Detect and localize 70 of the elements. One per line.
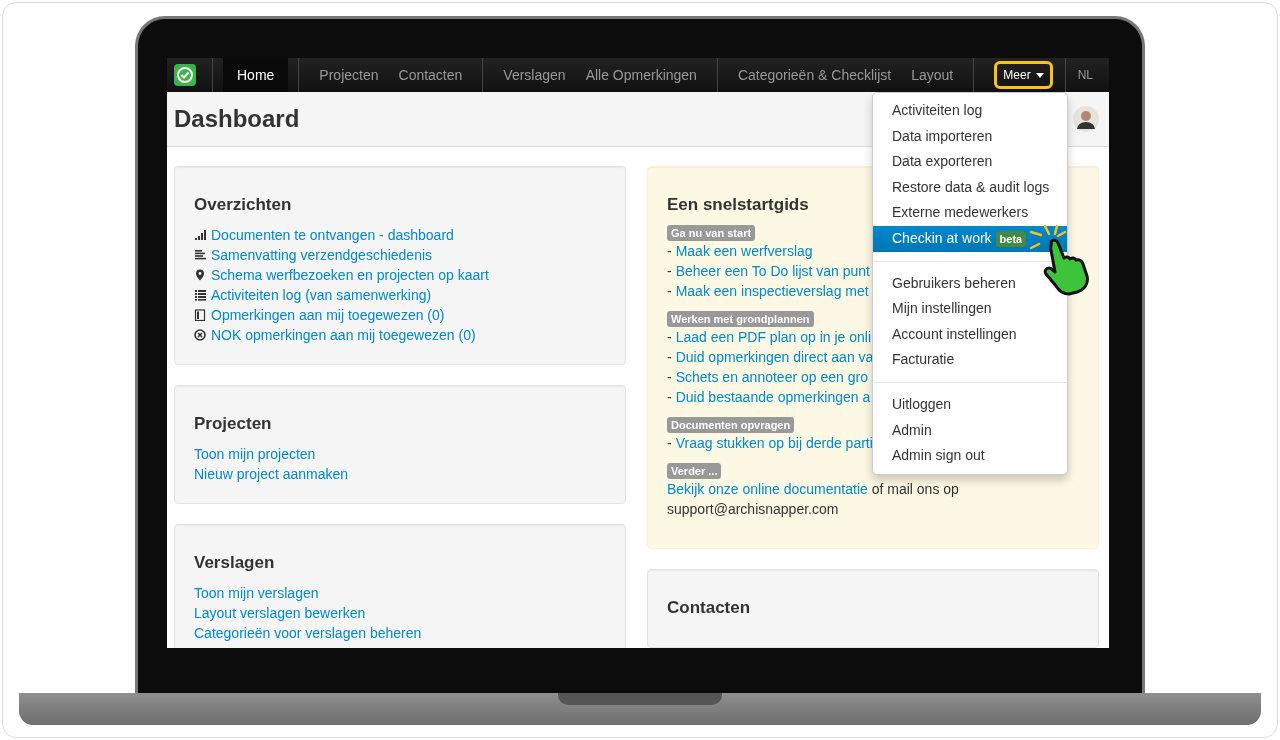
card-title: Verslagen (194, 553, 275, 573)
guide-link[interactable]: Laad een PDF plan op in je onli (675, 327, 872, 347)
caret-icon (1035, 72, 1044, 78)
list-icon (194, 289, 206, 301)
guide-link[interactable]: Maak een werfverslag (675, 241, 813, 261)
card-link[interactable]: NOK opmerkingen aan mij toegewezen (0) (211, 325, 476, 345)
dash-marker: - (667, 262, 672, 281)
circle-x-icon (194, 329, 206, 341)
nav-link[interactable]: Projecten (309, 58, 389, 92)
card-link[interactable]: Schema werfbezoeken en projecten op kaart (211, 265, 489, 285)
align-left-icon (194, 249, 206, 261)
guide-link[interactable]: Beheer een To Do lijst van punt (675, 261, 870, 281)
menu-item[interactable]: Account instellingen (873, 321, 1036, 348)
card-link[interactable]: Documenten te ontvangen - dashboard (211, 225, 454, 245)
menu-item[interactable]: Restore data & audit logs (873, 174, 1069, 201)
dash-marker: - (667, 368, 672, 387)
card-link[interactable]: Categorieën voor verslagen beheren (194, 623, 422, 643)
nav-link[interactable]: Verslagen (493, 58, 576, 92)
card-title: Overzichten (194, 195, 292, 215)
menu-item[interactable]: Activiteiten log (873, 98, 1002, 124)
guide-link[interactable]: Duid opmerkingen direct aan va (675, 347, 874, 367)
avatar-icon[interactable] (1073, 106, 1099, 132)
documentation-link[interactable]: Bekijk onze online documentatie (667, 481, 868, 497)
section-label: Ga nu van start (667, 225, 756, 241)
section-label: Verder ... (667, 463, 722, 479)
guide-link[interactable]: Maak een inspectieverslag met (675, 281, 869, 301)
dash-marker: - (667, 242, 672, 261)
card-title: Een snelstartgids (667, 195, 809, 215)
dash-marker: - (667, 434, 672, 453)
nav-link[interactable]: Home (223, 58, 289, 92)
nav-link[interactable]: Categorieën & Checklijst (727, 58, 902, 92)
menu-item[interactable]: Gebruikers beheren (873, 270, 1035, 297)
menu-item[interactable]: Data importeren (873, 123, 1012, 150)
menu-item[interactable]: Uitloggen (873, 391, 971, 418)
card-link[interactable]: Opmerkingen aan mij toegewezen (0) (211, 305, 445, 325)
menu-item[interactable]: Mijn instellingen (873, 296, 1011, 322)
columns-icon (194, 309, 206, 321)
menu-item[interactable]: Facturatie (873, 347, 974, 373)
dash-marker: - (667, 328, 672, 347)
section-label: Werken met grondplannen (667, 311, 814, 327)
check-logo-icon[interactable] (174, 64, 196, 86)
nav-link[interactable]: Alle Opmerkingen (575, 58, 707, 92)
help-text: Bekijk onze online documentatie of mail ons op support@archisnapper.com (667, 480, 960, 519)
card-title: Projecten (194, 414, 272, 434)
card-link[interactable]: Nieuw project aanmaken (194, 464, 349, 484)
nav-link[interactable]: Layout (901, 58, 964, 92)
card-link[interactable]: Samenvatting verzendgeschiedenis (211, 245, 433, 265)
nav-link[interactable]: Contacten (388, 58, 473, 92)
menu-item[interactable]: Checkin at work beta (873, 225, 1067, 252)
menu-item[interactable]: Externe medewerkers (873, 200, 1048, 226)
card-title: Contacten (667, 598, 751, 618)
section-label: Documenten opvragen (667, 417, 795, 433)
guide-link[interactable]: Duid bestaande opmerkingen a (675, 387, 871, 407)
map-pin-icon (194, 269, 206, 281)
guide-link[interactable]: Schets en annoteer op een gro (675, 367, 868, 387)
signal-bars-icon (194, 229, 206, 241)
menu-item[interactable]: Data exporteren (873, 149, 1012, 175)
page-title: Dashboard (174, 105, 300, 133)
dash-marker: - (667, 282, 672, 301)
dash-marker: - (667, 388, 672, 407)
card-link[interactable]: Toon mijn verslagen (194, 583, 319, 603)
card-link[interactable]: Layout verslagen bewerken (194, 603, 366, 623)
card-link[interactable]: Toon mijn projecten (194, 444, 316, 464)
dash-marker: - (667, 348, 672, 367)
beta-badge: beta (995, 230, 1027, 247)
menu-item[interactable]: Admin sign out (873, 443, 1004, 469)
more-menu-button[interactable]: Meer (994, 61, 1053, 89)
menu-item[interactable]: Admin (873, 417, 951, 444)
card-link[interactable]: Activiteiten log (van samenwerking) (211, 285, 432, 305)
guide-link[interactable]: Vraag stukken op bij derde parti (675, 433, 873, 453)
